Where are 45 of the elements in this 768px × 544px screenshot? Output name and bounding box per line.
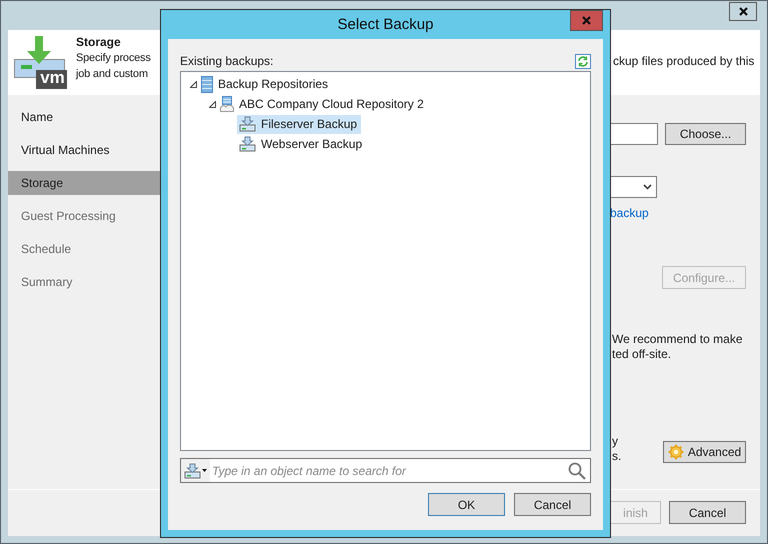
dropdown[interactable] bbox=[609, 176, 657, 198]
tree-item[interactable]: Backup Repositories bbox=[199, 74, 332, 94]
expanded-arrow-icon[interactable] bbox=[190, 80, 196, 88]
footer-button[interactable]: Cancel bbox=[669, 501, 746, 524]
server-cloud-icon bbox=[220, 96, 234, 112]
note-text: We recommend to make bbox=[612, 332, 742, 346]
expanded-arrow-icon[interactable] bbox=[208, 100, 216, 108]
backup-icon bbox=[239, 136, 256, 152]
dialog-button[interactable]: OK bbox=[428, 493, 505, 516]
search-box[interactable]: Type in an object name to search for bbox=[180, 458, 591, 483]
wizard-step[interactable]: Virtual Machines bbox=[8, 138, 160, 162]
gear-icon bbox=[668, 444, 684, 460]
text-field[interactable] bbox=[609, 123, 658, 145]
backup-icon bbox=[184, 462, 201, 478]
refresh-icon[interactable] bbox=[575, 54, 591, 68]
backup-icon bbox=[239, 116, 256, 132]
tree-item[interactable]: ABC Company Cloud Repository 2 bbox=[218, 94, 428, 114]
note-text: ted off-site. bbox=[612, 347, 672, 361]
choose-button[interactable]: Choose... bbox=[665, 123, 746, 145]
close-icon bbox=[582, 16, 591, 25]
dialog-title: Select Backup bbox=[338, 16, 434, 33]
search-icon[interactable] bbox=[567, 460, 587, 480]
step-description: ckup files produced by this bbox=[613, 53, 754, 69]
logo-text: vm bbox=[39, 68, 66, 87]
vm-backup-icon bbox=[14, 36, 67, 89]
link[interactable]: backup bbox=[610, 206, 649, 220]
close-button[interactable] bbox=[729, 2, 757, 21]
advanced-button[interactable]: Advanced bbox=[663, 441, 746, 463]
dialog-button[interactable]: Cancel bbox=[514, 493, 591, 516]
search-field[interactable]: Type in an object name to search for bbox=[210, 464, 567, 478]
step-description: job and custom bbox=[76, 67, 149, 82]
step-title: Storage bbox=[76, 35, 122, 50]
close-icon bbox=[738, 7, 748, 16]
wizard-step[interactable]: Name bbox=[8, 105, 160, 129]
step-description: Specify process bbox=[76, 51, 151, 66]
tree-item[interactable]: Webserver Backup bbox=[237, 134, 366, 154]
wizard-step[interactable]: Storage bbox=[8, 171, 160, 195]
chevron-icon bbox=[643, 184, 652, 190]
caret-icon bbox=[202, 469, 207, 472]
tree-item[interactable]: Fileserver Backup bbox=[237, 114, 362, 134]
object-type-dropdown[interactable] bbox=[181, 459, 210, 482]
note-text: y bbox=[612, 434, 618, 448]
note-text: s. bbox=[612, 449, 622, 463]
database-icon bbox=[201, 76, 213, 92]
tree-label: Existing backups: bbox=[180, 54, 274, 68]
